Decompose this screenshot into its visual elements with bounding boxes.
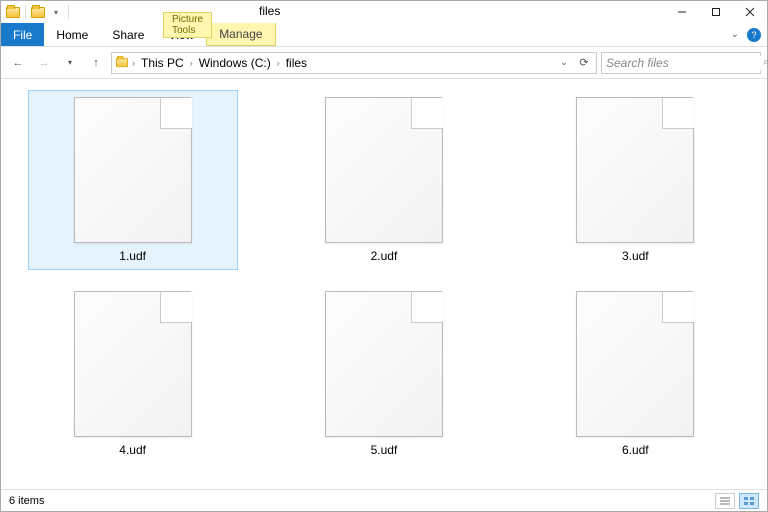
address-dropdown-icon[interactable]: ⌄ (554, 53, 574, 73)
file-view[interactable]: 1.udf 2.udf 3.udf 4.udf 5.udf 6.udf (1, 80, 767, 489)
chevron-right-icon[interactable]: › (190, 58, 193, 68)
file-item[interactable]: 5.udf (279, 284, 489, 464)
context-tools-header: Picture Tools (163, 12, 212, 38)
file-name: 6.udf (622, 443, 649, 457)
minimize-button[interactable] (665, 1, 699, 23)
window-title: files (259, 4, 280, 18)
help-icon[interactable]: ? (747, 28, 761, 42)
qat-dropdown-icon[interactable]: ▾ (48, 4, 64, 20)
up-button[interactable]: ↑ (85, 52, 107, 74)
search-input[interactable] (606, 56, 763, 70)
file-name: 5.udf (371, 443, 398, 457)
chevron-right-icon[interactable]: › (277, 58, 280, 68)
refresh-icon[interactable]: ⟳ (574, 53, 594, 73)
view-details-button[interactable] (715, 493, 735, 509)
file-icon (576, 97, 694, 243)
title-bar: ▾ Picture Tools files (1, 1, 767, 23)
folder-up-icon[interactable] (5, 4, 21, 20)
breadcrumb-this-pc[interactable]: This PC (137, 56, 188, 70)
recent-locations-icon[interactable]: ▾ (59, 52, 81, 74)
file-item[interactable]: 6.udf (530, 284, 740, 464)
maximize-button[interactable] (699, 1, 733, 23)
file-item[interactable]: 2.udf (279, 90, 489, 270)
file-item[interactable]: 3.udf (530, 90, 740, 270)
tab-home[interactable]: Home (44, 23, 100, 46)
folder-properties-icon[interactable] (30, 4, 46, 20)
chevron-right-icon[interactable]: › (132, 58, 135, 68)
tab-file[interactable]: File (1, 23, 44, 46)
close-button[interactable] (733, 1, 767, 23)
search-box[interactable]: ⌕ (601, 52, 761, 74)
breadcrumb-folder[interactable]: files (282, 56, 311, 70)
file-name: 4.udf (119, 443, 146, 457)
file-name: 1.udf (119, 249, 146, 263)
file-icon (74, 97, 192, 243)
breadcrumb-drive[interactable]: Windows (C:) (195, 56, 275, 70)
quick-access-toolbar: ▾ (1, 4, 71, 20)
file-name: 3.udf (622, 249, 649, 263)
address-bar[interactable]: › This PC › Windows (C:) › files ⌄ ⟳ (111, 52, 597, 74)
item-count: 6 items (9, 495, 44, 507)
search-icon[interactable]: ⌕ (763, 56, 768, 69)
file-icon (74, 291, 192, 437)
forward-button[interactable]: → (33, 52, 55, 74)
file-icon (576, 291, 694, 437)
file-item[interactable]: 1.udf (28, 90, 238, 270)
status-bar: 6 items (1, 489, 767, 511)
ribbon-tabs: File Home Share View Manage ⌄ ? (1, 23, 767, 47)
tab-share[interactable]: Share (100, 23, 156, 46)
file-item[interactable]: 4.udf (28, 284, 238, 464)
file-icon (325, 291, 443, 437)
file-icon (325, 97, 443, 243)
tab-manage[interactable]: Manage (206, 23, 275, 46)
file-name: 2.udf (371, 249, 398, 263)
view-large-icons-button[interactable] (739, 493, 759, 509)
address-folder-icon (114, 55, 130, 71)
back-button[interactable]: ← (7, 52, 29, 74)
ribbon-expand-icon[interactable]: ⌄ (731, 29, 739, 40)
navigation-bar: ← → ▾ ↑ › This PC › Windows (C:) › files… (1, 47, 767, 79)
